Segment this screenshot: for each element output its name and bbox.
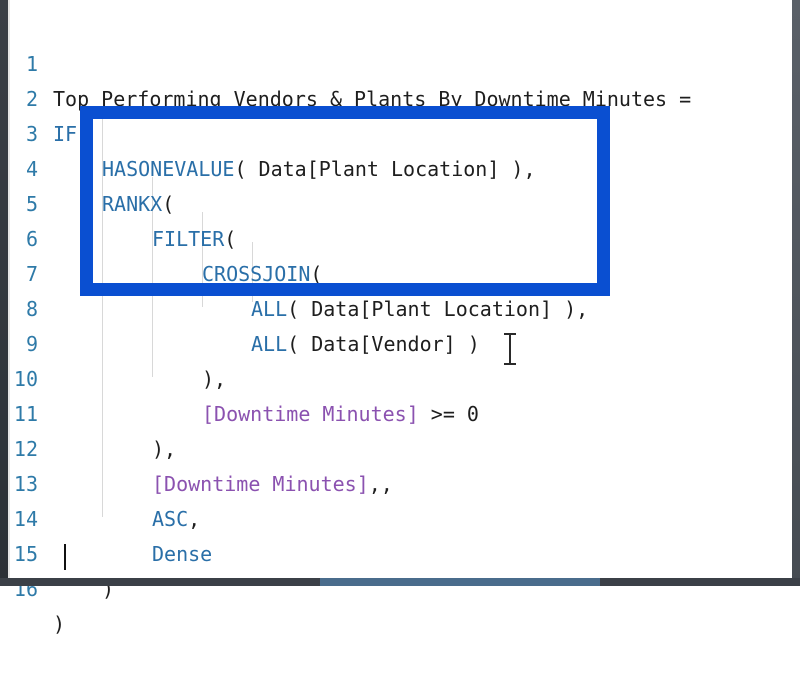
code-line[interactable]: 16 ) (10, 537, 65, 636)
code-line[interactable]: 1 Top Performing Vendors & Plants By Dow… (10, 12, 691, 111)
code-text: FILTER( (152, 227, 237, 251)
dax-function: HASONEVALUE (102, 157, 235, 181)
dax-function: ALL (251, 297, 288, 321)
dax-function: FILTER (152, 227, 225, 251)
right-scrollbar[interactable] (792, 0, 800, 586)
code-text: HASONEVALUE( Data[Plant Location] ), (102, 157, 536, 181)
code-line[interactable]: 14 Dense (10, 467, 212, 566)
status-bar (0, 578, 800, 586)
code-text: ), (152, 437, 177, 461)
code-line[interactable]: 15 ) (10, 502, 114, 601)
code-line[interactable]: 6 CROSSJOIN( (10, 187, 322, 286)
text-caret (64, 544, 66, 570)
code-text: ) (53, 612, 66, 636)
code-text: Top Performing Vendors & Plants By Downt… (53, 87, 692, 111)
code-text: ALL( Data[Vendor] ) (251, 332, 480, 356)
dax-function: CROSSJOIN (202, 262, 311, 286)
code-text: [Downtime Minutes],, (152, 472, 393, 496)
dax-function: ASC (152, 507, 189, 531)
code-text: ), (202, 367, 227, 391)
code-line[interactable]: 2 IF( (10, 47, 89, 146)
code-line[interactable]: 10 [Downtime Minutes] >= 0 (10, 327, 479, 426)
code-line[interactable]: 8 ALL( Data[Vendor] ) (10, 257, 480, 356)
code-text: IF( (53, 122, 90, 146)
code-text: Dense (152, 537, 212, 572)
dax-function: Dense (152, 542, 213, 566)
code-line[interactable]: 9 ), (10, 292, 226, 391)
dax-function: RANKX (102, 192, 163, 216)
measure-reference: [Downtime Minutes] (152, 472, 369, 496)
code-line[interactable]: 4 RANKX( (10, 117, 174, 216)
dax-formula-editor[interactable]: 1 Top Performing Vendors & Plants By Dow… (10, 12, 792, 636)
dax-function: ALL (251, 332, 288, 356)
measure-reference: [Downtime Minutes] (202, 402, 419, 426)
code-line[interactable]: 7 ALL( Data[Plant Location] ), (10, 222, 588, 321)
code-line[interactable]: 3 HASONEVALUE( Data[Plant Location] ), (10, 82, 536, 181)
code-line[interactable]: 11 ), (10, 362, 176, 461)
code-text: [Downtime Minutes] >= 0 (202, 402, 479, 426)
code-text: ASC, (152, 507, 201, 531)
code-line[interactable]: 12 [Downtime Minutes],, (10, 397, 393, 496)
code-text: ALL( Data[Plant Location] ), (251, 297, 589, 321)
i-beam-cursor-icon (504, 333, 516, 365)
left-panel-edge (0, 0, 8, 586)
code-text: RANKX( (102, 192, 175, 216)
code-line[interactable]: 5 FILTER( (10, 152, 236, 251)
code-line[interactable]: 13 ASC, (10, 432, 200, 531)
code-text: CROSSJOIN( (202, 262, 323, 286)
